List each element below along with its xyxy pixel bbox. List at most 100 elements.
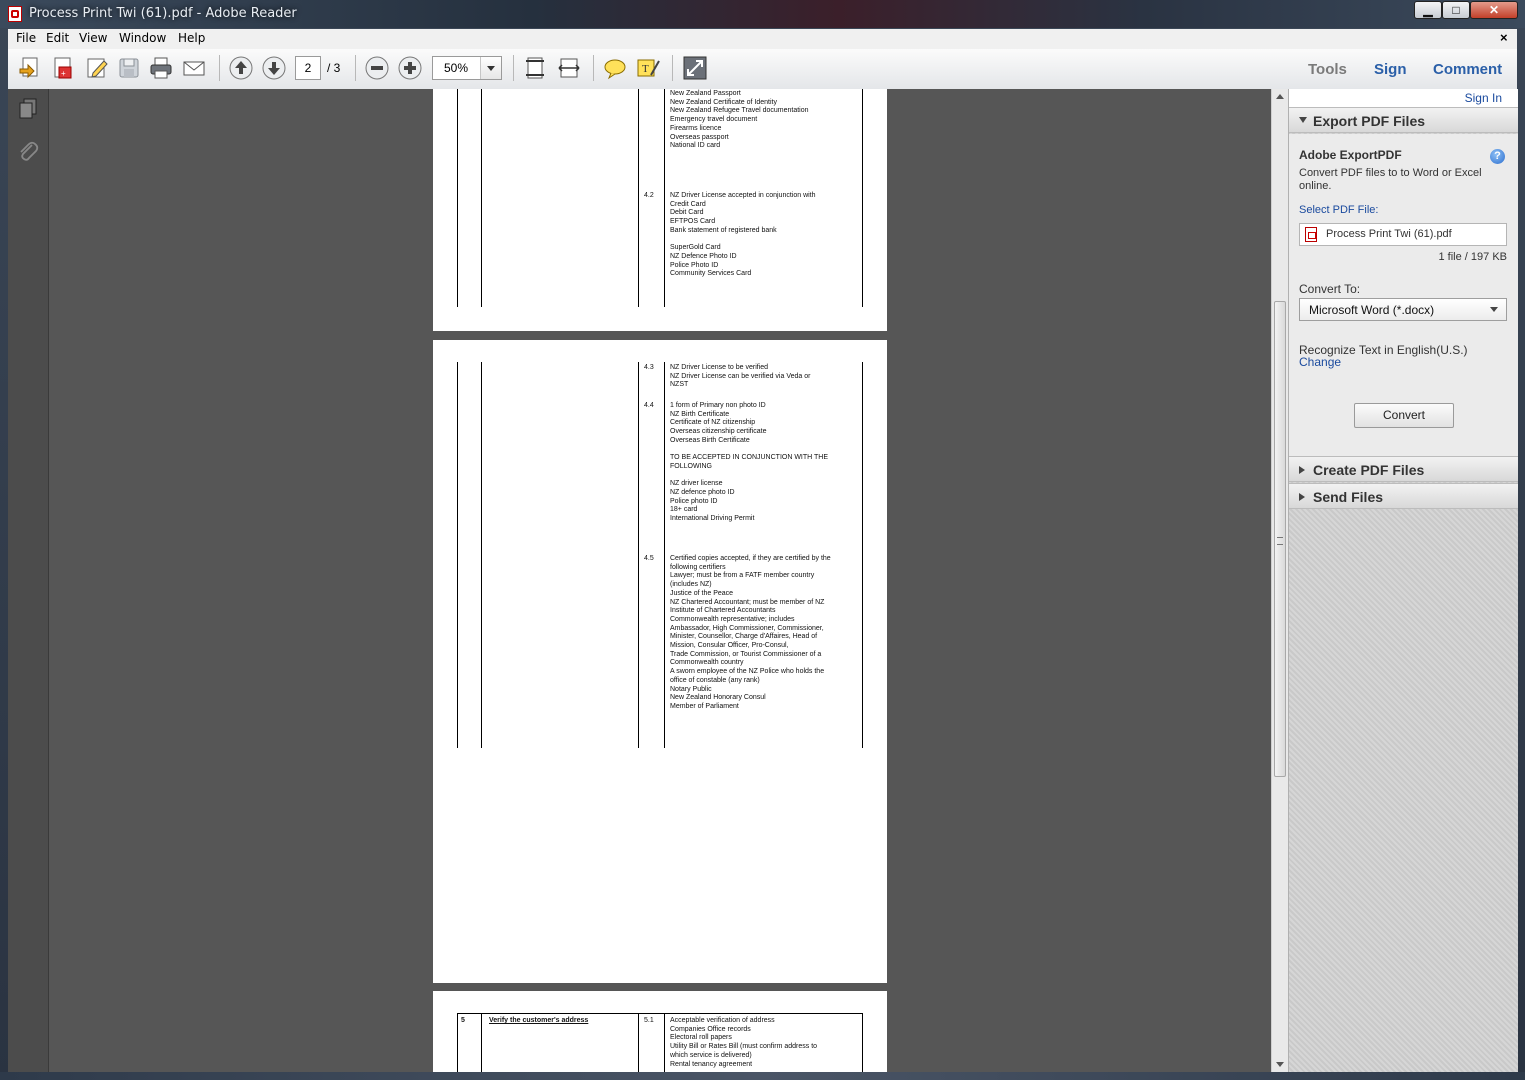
table-border [481,1013,482,1072]
table-border [481,89,482,307]
chevron-down-icon [1490,307,1498,312]
table-border [638,1013,639,1072]
help-icon[interactable]: ? [1490,149,1505,164]
save-icon[interactable] [116,55,142,81]
menu-view[interactable]: View [79,31,107,45]
fit-page-icon[interactable] [522,55,548,81]
toolbar-separator [672,55,673,81]
minimize-button[interactable]: ▁ [1414,1,1442,19]
accepted-id-list: New Zealand Passport New Zealand Certifi… [670,90,809,150]
change-language-link[interactable]: Change [1299,355,1341,369]
table-border [862,1013,863,1072]
tools-pane-link[interactable]: Tools [1308,61,1347,78]
sign-in-row: Sign In [1289,89,1518,107]
toolbar-separator [593,55,594,81]
export-pdf-body: Adobe ExportPDF ? Convert PDF files to t… [1289,134,1518,456]
menu-file[interactable]: File [16,31,36,45]
close-button[interactable]: ✕ [1470,1,1518,19]
export-pdf-header[interactable]: Export PDF Files [1289,107,1518,133]
send-files-header[interactable]: Send Files [1289,483,1518,509]
clause-text: NZ Driver License to be verified NZ Driv… [670,364,811,389]
document-view[interactable]: New Zealand Passport New Zealand Certifi… [49,89,1271,1072]
fit-width-icon[interactable] [556,55,582,81]
window-bottom-border [0,1072,1525,1080]
toolbar-separator [513,55,514,81]
toolbar-separator [219,55,220,81]
maximize-icon: □ [1452,3,1460,17]
exportpdf-description: Convert PDF files to to Word or Excel on… [1299,167,1482,192]
vertical-scrollbar[interactable] [1271,89,1288,1072]
table-border [664,362,665,748]
menu-bar: File Edit View Window Help × [8,29,1517,49]
navigation-pane [8,89,49,1072]
sign-in-link[interactable]: Sign In [1465,91,1502,105]
sign-pane-link[interactable]: Sign [1374,61,1407,78]
create-pdf-icon[interactable]: + [50,55,76,81]
highlight-icon[interactable]: T [635,55,661,81]
collapse-icon [1299,117,1307,123]
clause-number: 4.2 [644,192,654,199]
page-number-input[interactable]: 2 [295,56,321,80]
open-icon[interactable] [17,55,43,81]
page-total: / 3 [327,61,341,75]
close-document-icon[interactable]: × [1500,30,1508,45]
attachments-icon[interactable] [16,139,40,163]
email-icon[interactable] [181,55,207,81]
read-mode-icon[interactable] [682,55,708,81]
scroll-up-icon[interactable] [1276,94,1284,99]
table-border [638,89,639,307]
tools-panel: Sign In Export PDF Files Adobe ExportPDF… [1288,89,1518,1072]
svg-text:T: T [642,63,649,75]
toolbar: + 2 / 3 50% T Tools Sign Comment [8,49,1517,90]
menu-edit[interactable]: Edit [46,31,69,45]
clause-number: 4.5 [644,555,654,562]
table-border [457,362,458,748]
zoom-in-icon[interactable] [397,55,423,81]
create-pdf-header-label: Create PDF Files [1313,462,1425,478]
scroll-down-icon[interactable] [1276,1062,1284,1067]
table-border [638,362,639,748]
table-border [664,89,665,307]
create-pdf-header[interactable]: Create PDF Files [1289,456,1518,482]
convert-button[interactable]: Convert [1354,403,1454,428]
prev-page-icon[interactable] [228,55,254,81]
convert-to-value: Microsoft Word (*.docx) [1309,303,1435,317]
svg-text:+: + [61,69,66,78]
convert-to-label: Convert To: [1299,282,1361,296]
window-title: Process Print Twi (61).pdf - Adobe Reade… [29,6,297,21]
pdf-page-1: New Zealand Passport New Zealand Certifi… [433,89,887,331]
table-border [664,1013,665,1072]
table-border [457,1013,863,1014]
edit-icon[interactable] [84,55,110,81]
selected-file-box[interactable]: Process Print Twi (61).pdf [1299,223,1507,246]
clause-number: 5.1 [644,1017,654,1024]
clause-text: Acceptable verification of address Compa… [670,1017,818,1068]
table-border [862,362,863,748]
toolbar-separator [355,55,356,81]
convert-to-select[interactable]: Microsoft Word (*.docx) [1299,298,1507,321]
print-icon[interactable] [148,55,174,81]
zoom-value: 50% [444,61,469,75]
clause-number: 4.3 [644,364,654,371]
sticky-note-icon[interactable] [602,55,628,81]
zoom-select[interactable]: 50% [432,56,502,80]
select-pdf-label[interactable]: Select PDF File: [1299,204,1378,216]
comment-pane-link[interactable]: Comment [1433,61,1502,78]
file-count: 1 file / 197 KB [1438,251,1508,263]
next-page-icon[interactable] [261,55,287,81]
zoom-out-icon[interactable] [364,55,390,81]
maximize-button[interactable]: □ [1442,1,1470,19]
expand-icon [1299,466,1305,474]
menu-help[interactable]: Help [178,31,205,45]
table-border [862,89,863,307]
chevron-down-icon[interactable] [480,57,501,79]
minimize-icon: ▁ [1423,3,1433,17]
pdf-page-3: 5 Verify the customer's address 5.1 Acce… [433,991,887,1072]
app-window: Process Print Twi (61).pdf - Adobe Reade… [0,0,1525,1080]
adobe-reader-icon [8,6,22,22]
page-thumbnails-icon[interactable] [16,97,40,121]
pdf-file-icon [1305,227,1317,242]
menu-window[interactable]: Window [119,31,166,45]
selected-file-name: Process Print Twi (61).pdf [1326,228,1452,240]
driver-license-list: NZ Driver License accepted in conjunctio… [670,192,816,278]
